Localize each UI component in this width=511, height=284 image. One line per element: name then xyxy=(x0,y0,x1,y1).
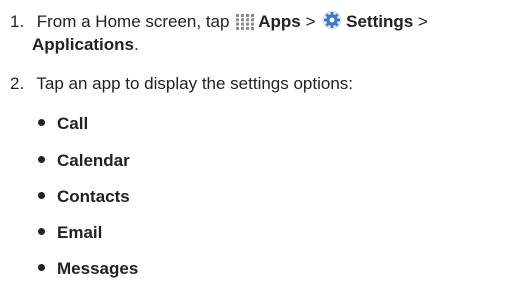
period: . xyxy=(134,35,139,54)
applications-label: Applications xyxy=(32,35,135,54)
settings-gear-icon xyxy=(322,10,342,36)
instruction-page: { "steps": [ { "number": "1.", "text_fro… xyxy=(0,0,511,284)
apps-grid-icon xyxy=(236,14,255,36)
bullet xyxy=(38,192,45,199)
step-text: Tap an app to display the settings optio… xyxy=(36,74,354,93)
apps-label: Apps xyxy=(258,12,301,31)
step-number: 1. xyxy=(10,12,25,31)
separator: > xyxy=(305,12,316,31)
option-label: Contacts xyxy=(57,187,130,206)
list-item: Call xyxy=(38,113,88,135)
step-2: 2. Tap an app to display the settings op… xyxy=(0,73,353,95)
step-number: 2. xyxy=(10,74,25,93)
step-text: From a Home screen, tap xyxy=(36,12,230,31)
bullet xyxy=(38,264,45,271)
settings-label: Settings xyxy=(346,12,414,31)
bullet xyxy=(38,156,45,163)
list-item: Email xyxy=(38,222,102,244)
option-label: Calendar xyxy=(57,151,130,170)
list-item: Contacts xyxy=(38,186,130,208)
step-1-continued: Applications. xyxy=(32,34,139,56)
list-item: Calendar xyxy=(38,150,130,172)
option-label: Messages xyxy=(57,259,139,278)
option-label: Email xyxy=(57,223,103,242)
bullet xyxy=(38,228,45,235)
separator: > xyxy=(417,12,428,31)
option-label: Call xyxy=(57,114,89,133)
step-1: 1. From a Home screen, tap Apps > Settin… xyxy=(0,10,428,36)
list-item: Messages xyxy=(38,258,138,280)
bullet xyxy=(38,119,45,126)
